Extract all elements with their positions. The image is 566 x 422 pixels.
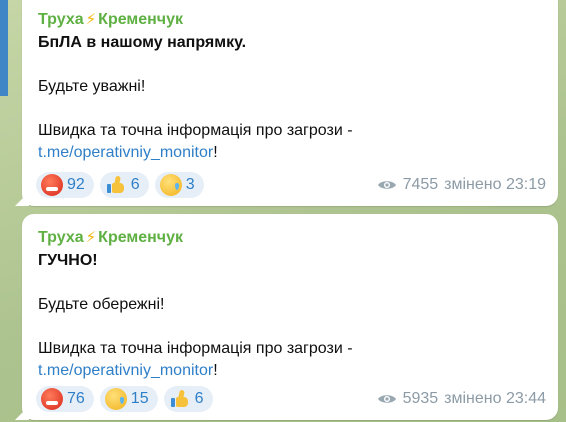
link-suffix: ! — [213, 362, 218, 379]
reaction-angry[interactable]: 76 — [36, 386, 94, 412]
lightning-icon: ⚡ — [85, 229, 97, 246]
reaction-count: 6 — [130, 176, 140, 193]
channel-city-text: Кременчук — [98, 11, 183, 28]
info-text: Швидка та точна інформація про загрози - — [38, 340, 353, 357]
channel-link[interactable]: t.me/operativniy_monitor — [38, 144, 213, 161]
angry-face-icon — [41, 388, 63, 410]
edited-timestamp: змінено 23:19 — [444, 176, 546, 193]
eye-icon — [377, 181, 396, 189]
message-meta: 7455 змінено 23:19 — [377, 176, 546, 194]
channel-name-text: Труха — [38, 11, 84, 28]
reaction-count: 92 — [67, 176, 85, 193]
reaction-count: 15 — [130, 390, 149, 407]
reaction-count: 76 — [67, 390, 85, 407]
message-text: ГУЧНО! Будьте обережні! Швидка та точна … — [38, 250, 542, 382]
info-text: Швидка та точна інформація про загрози - — [38, 122, 353, 139]
channel-name[interactable]: Труха ⚡ Кременчук — [38, 228, 542, 248]
message-text: БпЛА в нашому напрямку. Будьте уважні! Ш… — [38, 32, 542, 164]
lightning-icon: ⚡ — [85, 11, 97, 28]
reaction-crying[interactable]: 3 — [154, 172, 204, 198]
reaction-thumbs-up[interactable]: 6 — [99, 172, 149, 198]
reaction-count: 6 — [194, 390, 204, 407]
channel-link[interactable]: t.me/operativniy_monitor — [38, 362, 213, 379]
message-line: Будьте обережні! — [38, 296, 165, 313]
reaction-count: 3 — [185, 176, 195, 193]
reactions-bar: 76 15 6 — [36, 386, 213, 412]
channel-name-text: Труха — [38, 229, 84, 246]
thumbs-up-icon — [169, 388, 191, 410]
eye-icon — [377, 395, 396, 403]
message-meta: 5935 змінено 23:44 — [377, 390, 546, 408]
link-suffix: ! — [213, 144, 218, 161]
view-count: 7455 — [402, 176, 439, 193]
channel-city-text: Кременчук — [98, 229, 183, 246]
crying-face-icon — [104, 388, 127, 410]
crying-face-icon — [159, 174, 182, 196]
reactions-bar: 92 6 3 — [36, 172, 204, 198]
message-bubble[interactable]: Труха ⚡ Кременчук БпЛА в нашому напрямку… — [22, 0, 558, 206]
edited-timestamp: змінено 23:44 — [444, 390, 546, 407]
message-bubble[interactable]: Труха ⚡ Кременчук ГУЧНО! Будьте обережні… — [22, 214, 558, 420]
reaction-crying[interactable]: 15 — [99, 386, 158, 412]
reaction-thumbs-up[interactable]: 6 — [163, 386, 213, 412]
message-headline: ГУЧНО! — [38, 252, 98, 269]
channel-name[interactable]: Труха ⚡ Кременчук — [38, 10, 542, 30]
view-count: 5935 — [402, 390, 439, 407]
message-line: Будьте уважні! — [38, 78, 146, 95]
thumbs-up-icon — [105, 174, 127, 196]
sidebar-edge — [0, 0, 8, 96]
message-headline: БпЛА в нашому напрямку. — [38, 34, 247, 51]
angry-face-icon — [41, 174, 63, 196]
reaction-angry[interactable]: 92 — [36, 172, 94, 198]
